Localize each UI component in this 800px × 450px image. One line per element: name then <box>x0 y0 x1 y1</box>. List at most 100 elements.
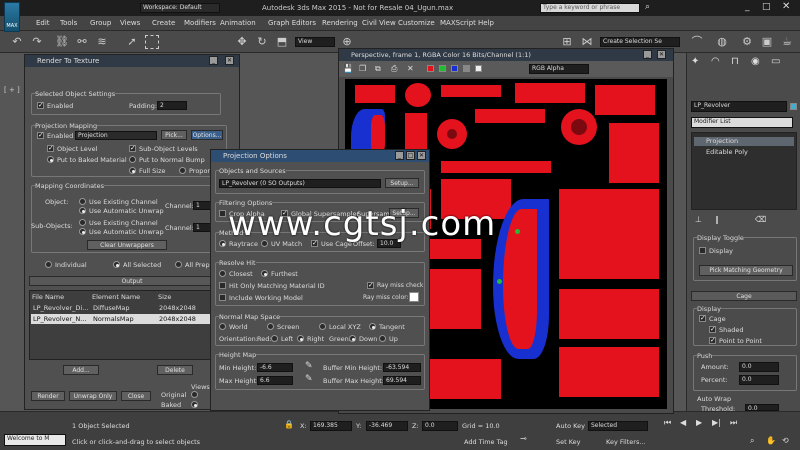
material-editor-icon[interactable]: ◍ <box>715 35 729 49</box>
close-button[interactable]: Close <box>121 391 151 401</box>
table-row[interactable]: LP_Revolver_Di... DiffuseMap 2048x2048 <box>31 303 227 313</box>
hierarchy-tab-icon[interactable]: ⊓ <box>731 56 739 67</box>
redo-icon[interactable]: ↷ <box>30 35 44 49</box>
menu-item-modifiers[interactable]: Modifiers <box>184 19 216 27</box>
create-tab-icon[interactable]: ✦ <box>691 56 699 67</box>
motion-tab-icon[interactable]: ◉ <box>751 56 760 67</box>
output-rollout-header[interactable]: Output <box>29 276 235 286</box>
unwrap-only-button[interactable]: Unwrap Only <box>69 391 117 401</box>
framebuffer-titlebar[interactable]: Perspective, frame 1, RGBA Color 16 Bits… <box>339 49 673 61</box>
lock-selection-icon[interactable]: 🔒 <box>284 420 294 429</box>
up-radio[interactable] <box>379 335 386 342</box>
set-key-label[interactable]: Set Key <box>556 438 581 446</box>
go-to-end-icon[interactable]: ⏭ <box>730 418 737 428</box>
auto-key-label[interactable]: Auto Key <box>556 422 585 430</box>
projection-dropdown[interactable]: Projection <box>75 131 157 140</box>
scale-icon[interactable]: ⬒ <box>275 35 289 49</box>
fb-minimize-button[interactable]: _ <box>643 50 652 59</box>
table-header[interactable]: Element Name <box>92 293 140 301</box>
crop-alpha-checkbox[interactable] <box>219 210 226 217</box>
cage-checkbox[interactable] <box>699 314 706 322</box>
max-height-field[interactable]: 6.6 <box>257 376 293 385</box>
object-level-checkbox[interactable] <box>47 144 54 152</box>
put-to-normal-radio[interactable] <box>129 156 136 163</box>
output-table[interactable]: File Name Element Name Size LP_Revolver_Di.… <box>29 290 229 360</box>
menu-item-civil-view[interactable]: Civil View <box>362 19 396 27</box>
link-icon[interactable]: ⛓ <box>55 35 69 49</box>
pin-stack-icon[interactable]: ⊥ <box>695 215 702 224</box>
add-button[interactable]: Add... <box>63 365 99 375</box>
channel-dropdown[interactable]: RGB Alpha <box>529 64 589 74</box>
object-existing-channel-radio[interactable] <box>79 198 86 205</box>
maximize-icon[interactable]: □ <box>762 2 771 12</box>
fb-save-icon[interactable]: 💾 <box>343 64 353 73</box>
render-icon[interactable]: ☕ <box>780 35 794 49</box>
shaded-checkbox[interactable] <box>709 325 716 333</box>
search-icon[interactable]: ⌕ <box>645 2 650 12</box>
proj-minimize-button[interactable]: _ <box>395 151 404 160</box>
red-channel-toggle[interactable] <box>427 65 434 72</box>
next-frame-icon[interactable]: ▶| <box>712 418 721 427</box>
menu-item-views[interactable]: Views <box>120 19 140 27</box>
menu-item-group[interactable]: Group <box>90 19 111 27</box>
threshold-field[interactable]: 0.0 <box>745 404 779 412</box>
original-radio[interactable] <box>191 391 198 398</box>
enabled-checkbox[interactable] <box>37 101 44 109</box>
render-setup-icon[interactable]: ⚙ <box>740 35 754 49</box>
closest-radio[interactable] <box>219 270 226 277</box>
clear-unwrappers-button[interactable]: Clear Unwrappers <box>87 240 167 250</box>
max-height-pick-icon[interactable]: ✎ <box>305 374 313 384</box>
delete-button[interactable]: Delete <box>157 365 193 375</box>
app-logo[interactable]: MAX <box>4 2 20 32</box>
unlink-icon[interactable]: ⚯ <box>75 35 89 49</box>
mono-toggle[interactable] <box>475 65 482 72</box>
include-working-model-checkbox[interactable] <box>219 294 226 301</box>
display-checkbox[interactable] <box>699 247 706 254</box>
play-icon[interactable]: ▶ <box>696 418 702 427</box>
table-header[interactable]: File Name <box>32 293 64 301</box>
tangent-radio[interactable] <box>369 323 376 330</box>
alpha-channel-toggle[interactable] <box>463 65 470 72</box>
rtt-close-button[interactable]: ✕ <box>225 56 234 65</box>
key-filters-label[interactable]: Key Filters... <box>606 438 646 446</box>
pivot-icon[interactable]: ⊕ <box>340 35 354 49</box>
close-icon[interactable]: ✕ <box>782 1 790 12</box>
show-end-result-icon[interactable]: ‖ <box>715 215 719 224</box>
modify-tab-icon[interactable]: ◠ <box>711 56 720 67</box>
display-tab-icon[interactable]: ▭ <box>771 56 780 67</box>
rotate-icon[interactable]: ↻ <box>255 35 269 49</box>
menu-item-tools[interactable]: Tools <box>60 19 77 27</box>
ray-miss-color-swatch[interactable] <box>409 292 419 302</box>
raytrace-radio[interactable] <box>219 240 226 247</box>
x-coordinate-field[interactable]: 169.385 <box>310 421 352 431</box>
menu-item-customize[interactable]: Customize <box>398 19 435 27</box>
world-radio[interactable] <box>219 323 226 330</box>
render-frame-icon[interactable]: ▣ <box>760 35 774 49</box>
modifier-stack[interactable]: Projection Editable Poly <box>691 132 797 210</box>
stack-item-editable-poly[interactable]: Editable Poly <box>694 148 794 157</box>
undo-icon[interactable]: ↶ <box>10 35 24 49</box>
padding-field[interactable]: 2 <box>157 101 187 110</box>
options-button[interactable]: Options... <box>191 130 223 140</box>
ray-miss-check-checkbox[interactable] <box>367 281 374 289</box>
hit-only-matching-checkbox[interactable] <box>219 282 226 289</box>
fb-clone-icon[interactable]: ⧉ <box>375 64 381 74</box>
setup-button[interactable]: Setup... <box>385 178 419 188</box>
y-coordinate-field[interactable]: -36.469 <box>366 421 408 431</box>
add-time-tag-label[interactable]: Add Time Tag <box>464 438 508 446</box>
subobj-existing-channel-radio[interactable] <box>79 219 86 226</box>
put-to-baked-radio[interactable] <box>47 156 54 163</box>
buffer-max-field[interactable]: 69.594 <box>383 376 421 385</box>
proj-titlebar[interactable]: Projection Options _ □ ✕ <box>211 150 429 162</box>
amount-field[interactable]: 0.0 <box>739 362 779 372</box>
full-size-radio[interactable] <box>129 167 136 174</box>
modifier-list-dropdown[interactable]: Modifier List <box>691 117 793 128</box>
menu-item-animation[interactable]: Animation <box>220 19 256 27</box>
object-color-swatch[interactable] <box>790 103 797 110</box>
all-prepared-radio[interactable] <box>175 261 182 268</box>
pick-button[interactable]: Pick... <box>161 130 187 140</box>
left-radio[interactable] <box>271 335 278 342</box>
fb-copy-icon[interactable]: ❐ <box>359 64 366 73</box>
cage-rollout-header[interactable]: Cage <box>691 291 797 301</box>
projection-enabled-checkbox[interactable] <box>37 131 44 139</box>
